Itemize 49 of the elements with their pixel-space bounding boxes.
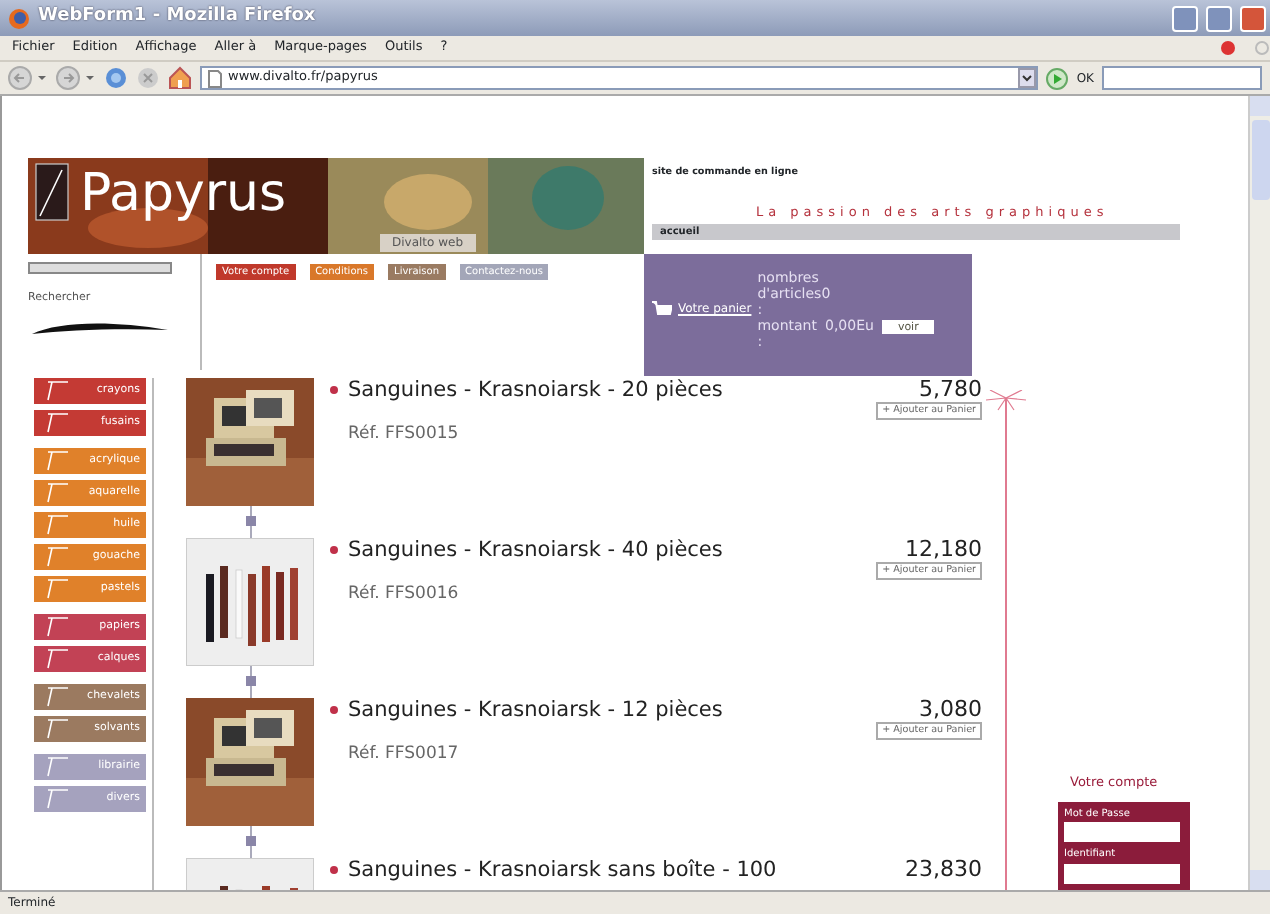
product-title[interactable]: Sanguines - Krasnoiarsk - 40 pièces — [330, 538, 790, 562]
logo-text: Papyrus — [80, 166, 287, 224]
product-reference: Réf. FFS0015 — [348, 422, 461, 448]
brush-icon — [46, 412, 70, 434]
page-icon — [208, 69, 222, 87]
forward-icon[interactable] — [56, 66, 96, 90]
back-icon[interactable] — [8, 66, 48, 90]
product-reference: Réf. FFS0017 — [348, 742, 461, 768]
brush-icon — [46, 482, 70, 504]
search-field[interactable] — [1102, 66, 1262, 90]
close-button[interactable] — [1240, 5, 1266, 31]
login-field[interactable] — [1064, 822, 1180, 843]
connector-icon — [245, 506, 255, 538]
minimize-button[interactable] — [1172, 5, 1198, 31]
brush-icon — [46, 616, 70, 638]
product-title[interactable]: Sanguines - Krasnoiarsk sans boîte - 100 — [330, 858, 790, 882]
product-title[interactable]: Sanguines - Krasnoiarsk - 20 pièces — [330, 378, 790, 402]
connector-icon — [245, 666, 255, 698]
brush-icon — [46, 718, 70, 740]
brush-icon — [46, 788, 70, 810]
brush-icon — [46, 546, 70, 568]
cart-icon — [652, 300, 672, 320]
reload-icon[interactable] — [104, 66, 128, 90]
scrollbar-thumb[interactable] — [1251, 120, 1269, 200]
product-title[interactable]: Sanguines - Krasnoiarsk - 12 pièces — [330, 698, 790, 722]
stop-icon[interactable] — [136, 66, 160, 90]
home-icon[interactable] — [168, 66, 192, 90]
login-field[interactable] — [1064, 863, 1180, 884]
firefox-icon — [8, 7, 30, 29]
product-price: 3,080 — [919, 698, 982, 722]
brush-icon — [46, 380, 70, 402]
window-title: WebForm1 - Mozilla Firefox — [38, 4, 318, 31]
brush-icon — [46, 578, 70, 600]
dropdown-icon[interactable] — [1018, 68, 1037, 88]
go-icon[interactable] — [1046, 67, 1069, 89]
brush-icon — [46, 514, 70, 536]
product-price: 5,780 — [919, 378, 982, 402]
throbber-icon — [1254, 40, 1270, 56]
brush-icon — [46, 686, 70, 708]
brush-icon — [46, 756, 70, 778]
search-field[interactable] — [28, 262, 172, 274]
brush-icon — [46, 648, 70, 670]
brush-icon — [46, 450, 70, 472]
product-price: 12,180 — [905, 538, 982, 562]
maximize-button[interactable] — [1206, 5, 1232, 31]
connector-icon — [245, 826, 255, 858]
product-reference: Réf. FFS0016 — [348, 582, 461, 608]
product-price: 23,830 — [905, 858, 982, 882]
stop-icon — [1220, 40, 1236, 56]
